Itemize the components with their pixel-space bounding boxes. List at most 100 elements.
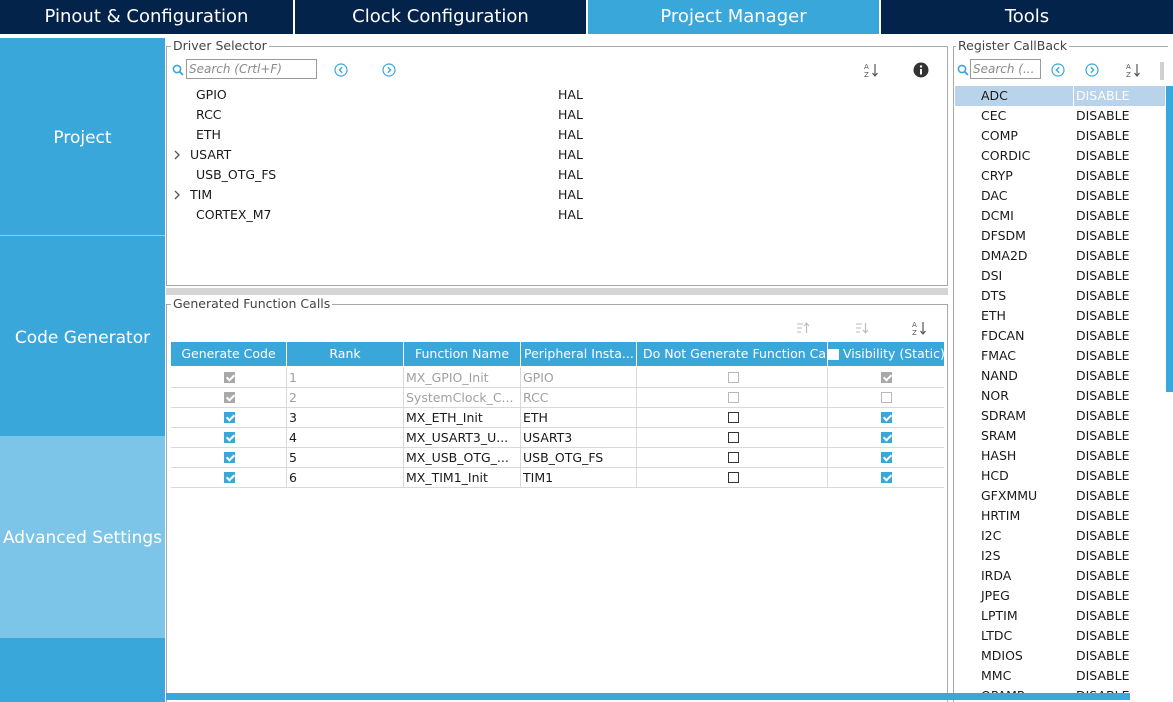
col-header-visibility[interactable]: Visibility (Static) [828,342,944,366]
driver-name[interactable]: USART [190,145,231,165]
tab-project-manager[interactable]: Project Manager [588,0,879,34]
register-search-input[interactable]: Search (... [970,59,1041,79]
visibility-checkbox[interactable] [881,412,892,423]
register-callback-value[interactable]: DISABLE [1076,386,1129,406]
register-callback-value[interactable]: DISABLE [1076,146,1129,166]
driver-type[interactable]: HAL [558,165,583,185]
register-callback-value[interactable]: DISABLE [1076,546,1129,566]
driver-type[interactable]: HAL [558,85,583,105]
register-callback-value[interactable]: DISABLE [1076,506,1129,526]
register-callback-row[interactable]: DMA2D DISABLE [955,246,1165,266]
register-callback-value[interactable]: DISABLE [1076,406,1129,426]
register-callback-value[interactable]: DISABLE [1076,606,1129,626]
register-callback-row[interactable]: MDIOS DISABLE [955,646,1165,666]
do-not-generate-checkbox[interactable] [727,412,739,423]
register-callback-row[interactable]: ETH DISABLE [955,306,1165,326]
register-callback-row[interactable]: NOR DISABLE [955,386,1165,406]
register-callback-row[interactable]: DSI DISABLE [955,266,1165,286]
register-callback-row[interactable]: CRYP DISABLE [955,166,1165,186]
register-callback-value[interactable]: DISABLE [1076,166,1129,186]
table-row[interactable]: 1 MX_GPIO_Init GPIO [171,368,944,388]
register-callback-row[interactable]: DAC DISABLE [955,186,1165,206]
register-callback-row[interactable]: NAND DISABLE [955,366,1165,386]
sort-down-icon[interactable] [855,321,869,335]
register-callback-value[interactable]: DISABLE [1076,106,1129,126]
register-callback-value[interactable]: DISABLE [1076,566,1129,586]
register-callback-value[interactable]: DISABLE [1076,426,1129,446]
driver-name[interactable]: ETH [196,125,221,145]
driver-type[interactable]: HAL [558,105,583,125]
table-row[interactable]: 4 MX_USART3_U... USART3 [171,428,944,448]
register-callback-value[interactable]: DISABLE [1076,286,1129,306]
register-callback-value[interactable]: DISABLE [1076,126,1129,146]
register-callback-row[interactable]: FDCAN DISABLE [955,326,1165,346]
table-row[interactable]: 6 MX_TIM1_Init TIM1 [171,468,944,488]
panel-splitter[interactable] [166,288,948,295]
driver-name[interactable]: CORTEX_M7 [196,205,271,225]
register-callback-row[interactable]: JPEG DISABLE [955,586,1165,606]
col-header-rank[interactable]: Rank [287,342,404,366]
do-not-generate-checkbox[interactable] [727,452,739,463]
register-callback-row[interactable]: CEC DISABLE [955,106,1165,126]
generate-code-checkbox[interactable] [224,372,235,383]
driver-name[interactable]: USB_OTG_FS [196,165,276,185]
do-not-generate-checkbox[interactable] [727,392,739,403]
register-callback-row[interactable]: MMC DISABLE [955,666,1165,686]
info-icon[interactable] [913,62,929,78]
sort-up-icon[interactable] [796,321,810,335]
register-callback-row[interactable]: I2S DISABLE [955,546,1165,566]
driver-name[interactable]: RCC [196,105,222,125]
driver-type[interactable]: HAL [558,185,583,205]
horizontal-scrollbar[interactable] [166,693,1130,700]
register-callback-row[interactable]: ADC DISABLE [955,86,1165,106]
driver-type[interactable]: HAL [558,205,583,225]
register-callback-row[interactable]: DCMI DISABLE [955,206,1165,226]
register-callback-value[interactable]: DISABLE [1076,86,1129,106]
next-icon[interactable] [1085,63,1099,77]
driver-type[interactable]: HAL [558,125,583,145]
register-callback-row[interactable]: HCD DISABLE [955,466,1165,486]
expand-chevron-icon[interactable] [173,150,182,160]
register-callback-row[interactable]: LPTIM DISABLE [955,606,1165,626]
generate-code-checkbox[interactable] [224,432,235,443]
register-callback-row[interactable]: FMAC DISABLE [955,346,1165,366]
sort-az-icon[interactable]: A Z [1126,62,1142,78]
nav-advanced-settings[interactable]: Advanced Settings [0,528,165,548]
tab-pinout-configuration[interactable]: Pinout & Configuration [0,0,293,34]
register-callback-row[interactable]: SDRAM DISABLE [955,406,1165,426]
register-callback-row[interactable]: DTS DISABLE [955,286,1165,306]
prev-icon[interactable] [1051,63,1065,77]
driver-search-input[interactable]: Search (Crtl+F) [186,59,317,79]
col-header-function-name[interactable]: Function Name [404,342,521,366]
next-icon[interactable] [382,63,396,77]
register-callback-row[interactable]: IRDA DISABLE [955,566,1165,586]
driver-name[interactable]: TIM [190,185,212,205]
visibility-checkbox[interactable] [881,452,892,463]
table-row[interactable]: 3 MX_ETH_Init ETH [171,408,944,428]
register-callback-value[interactable]: DISABLE [1076,266,1129,286]
generate-code-checkbox[interactable] [224,452,235,463]
visibility-checkbox[interactable] [881,372,892,383]
register-callback-value[interactable]: DISABLE [1076,306,1129,326]
register-callback-row[interactable]: COMP DISABLE [955,126,1165,146]
prev-icon[interactable] [334,63,348,77]
register-callback-row[interactable]: GFXMMU DISABLE [955,486,1165,506]
register-callback-value[interactable]: DISABLE [1076,666,1129,686]
register-scrollbar-thumb[interactable] [1166,86,1173,392]
register-callback-value[interactable]: DISABLE [1076,586,1129,606]
do-not-generate-checkbox[interactable] [727,372,739,383]
table-row[interactable]: 5 MX_USB_OTG_... USB_OTG_FS [171,448,944,468]
register-callback-value[interactable]: DISABLE [1076,366,1129,386]
register-callback-value[interactable]: DISABLE [1076,646,1129,666]
register-callback-row[interactable]: CORDIC DISABLE [955,146,1165,166]
generate-code-checkbox[interactable] [224,392,235,403]
register-callback-row[interactable]: HRTIM DISABLE [955,506,1165,526]
register-callback-value[interactable]: DISABLE [1076,246,1129,266]
register-callback-value[interactable]: DISABLE [1076,326,1129,346]
nav-project[interactable]: Project [0,128,165,148]
register-callback-row[interactable]: SRAM DISABLE [955,426,1165,446]
sort-az-icon[interactable]: A Z [912,320,928,336]
register-toolbar-scroll[interactable] [1160,62,1164,80]
register-callback-row[interactable]: DFSDM DISABLE [955,226,1165,246]
register-callback-value[interactable]: DISABLE [1076,346,1129,366]
